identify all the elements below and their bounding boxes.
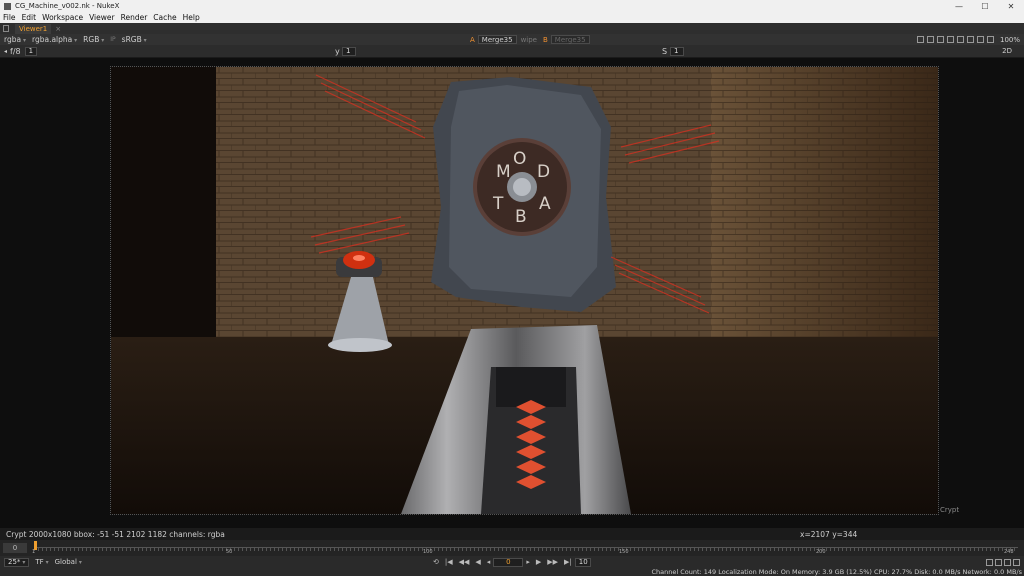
tab-bar: Viewer1 × [0,23,1024,34]
refresh-icon[interactable] [976,36,984,43]
lock-icon[interactable] [986,36,994,43]
app-icon [4,2,11,10]
timeline[interactable]: 0 1 50 100 150 200 248 [0,540,1024,556]
disc-letter-a: A [539,194,551,214]
input-a-dropdown[interactable]: Merge35 [477,35,517,44]
window-title: CG_Machine_v002.nk - NukeX [15,2,120,10]
menu-file[interactable]: File [3,13,16,22]
disc-letter-d: D [537,162,550,182]
input-b-badge: B [542,35,548,44]
saturation-label: S [662,46,668,56]
tick-200: 200 [816,549,826,555]
lock-range-icon[interactable] [1013,558,1020,566]
play-back-icon[interactable]: ◀ [475,558,480,566]
render-icon[interactable] [995,558,1002,566]
frame-field[interactable]: 0 [493,557,524,567]
input-a-badge: A [470,35,475,44]
tick-150: 150 [619,549,629,555]
menu-render[interactable]: Render [121,13,148,22]
first-frame-icon[interactable]: |◀ [445,558,453,566]
scene-graphic: M O D T B A [111,67,938,514]
view-mode-dropdown[interactable]: 2D [1002,47,1012,55]
tf-dropdown[interactable]: TF [35,558,48,566]
gamma-label: y [335,46,340,56]
prev-keyframe-icon[interactable]: ◀◀ [459,558,470,566]
tick-100: 100 [423,549,433,555]
tick-50: 50 [226,549,233,555]
viewer-toolbar: rgba rgba.alpha RGB IP sRGB A Merge35 wi… [0,34,1024,45]
overlay-icon[interactable] [946,36,954,43]
display-channel-dropdown[interactable]: RGB [83,35,104,44]
image-layer-label: Crypt [940,506,960,514]
tick-1: 1 [32,549,36,555]
step-increment-field[interactable]: 10 [574,557,591,567]
input-b-dropdown[interactable]: Merge35 [550,35,590,44]
timeline-ticks [34,548,1018,551]
tab-close-icon[interactable]: × [55,25,61,33]
status-bar: Channel Count: 149 Localization Mode: On… [0,568,1024,576]
menu-bar: File Edit Workspace Viewer Render Cache … [0,12,1024,23]
ip-toggle[interactable]: IP [110,36,115,43]
disc-letter-t: T [492,194,504,214]
fps-field[interactable]: 25* [4,557,30,567]
maximize-button[interactable]: ☐ [972,2,998,11]
disc-letter-b: B [515,207,527,227]
playback-controls: 25* TF Global ⟲ |◀ ◀◀ ◀ ◂ 0 ▸ ▶ ▶▶ ▶| 10 [0,556,1024,568]
menu-cache[interactable]: Cache [153,13,176,22]
tick-248: 248 [1004,549,1014,555]
clip-warning-icon[interactable] [926,36,934,43]
lut-dropdown[interactable]: sRGB [122,35,147,44]
range-dropdown[interactable]: Global [55,558,82,566]
loop-icon[interactable]: ⟲ [433,558,439,566]
fstop-field[interactable]: 1 [24,46,37,56]
roi-icon[interactable] [916,36,924,43]
current-frame-box[interactable]: 0 [3,543,27,553]
pane-menu-icon[interactable] [3,25,9,32]
play-left-icon[interactable]: ◂ [4,48,7,55]
layer-dropdown[interactable]: rgba.alpha [32,35,77,44]
disc-letter-o: O [513,149,526,169]
grid-icon[interactable] [956,36,964,43]
title-bar: CG_Machine_v002.nk - NukeX — ☐ ✕ [0,0,1024,12]
status-text: Channel Count: 149 Localization Mode: On… [651,568,1022,576]
rendered-image[interactable]: M O D T B A [111,67,938,514]
tab-viewer1[interactable]: Viewer1 [15,23,52,34]
viewer-info-bar: Crypt 2000x1080 bbox: -51 -51 2102 1182 … [0,529,1024,539]
fstop-label[interactable]: f/8 [10,47,21,56]
step-back-icon[interactable]: ◂ [487,558,491,566]
gamma-field[interactable]: 1 [342,46,356,56]
wipe-dropdown[interactable]: wipe [521,36,537,44]
play-forward-icon[interactable]: ▶ [536,558,541,566]
menu-viewer[interactable]: Viewer [89,13,115,22]
flipbook-icon[interactable] [986,558,993,566]
disc-letter-m: M [496,162,511,182]
viewer-toolbar-secondary: ◂ f/8 1 y 1 S 1 2D [0,45,1024,57]
last-frame-icon[interactable]: ▶| [564,558,572,566]
step-forward-icon[interactable]: ▸ [526,558,530,566]
cache-icon[interactable] [1004,558,1011,566]
close-button[interactable]: ✕ [998,2,1024,11]
viewer-canvas[interactable]: M O D T B A Crypt [0,58,1024,528]
proxy-icon[interactable] [936,36,944,43]
menu-workspace[interactable]: Workspace [42,13,83,22]
minimize-button[interactable]: — [946,2,972,11]
menu-edit[interactable]: Edit [22,13,37,22]
saturation-field[interactable]: 1 [670,46,684,56]
menu-help[interactable]: Help [183,13,200,22]
zoom-dropdown[interactable]: 100% [1000,36,1020,44]
format-info: Crypt 2000x1080 bbox: -51 -51 2102 1182 … [6,529,225,539]
pixel-coordinates: x=2107 y=344 [800,529,858,539]
pause-icon[interactable] [966,36,974,43]
next-keyframe-icon[interactable]: ▶▶ [547,558,558,566]
channels-dropdown[interactable]: rgba [4,35,26,44]
